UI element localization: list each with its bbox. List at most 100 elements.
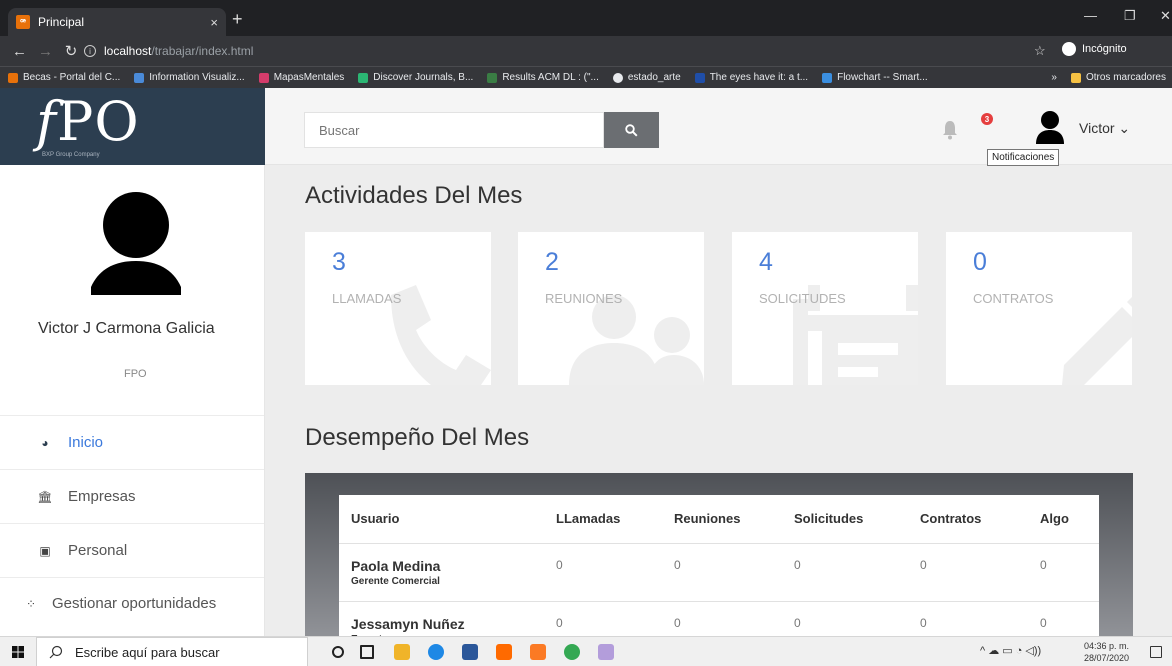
sublime-text-icon[interactable] [496, 644, 512, 660]
logo-text: PO [57, 90, 140, 153]
user-cell: Paola Medina Gerente Comercial [339, 543, 544, 602]
bookmark-item[interactable]: Discover Journals, B... [358, 72, 473, 83]
address-bar[interactable]: i localhost/trabajar/index.html [84, 40, 1024, 62]
sidebar-item-label: Gestionar oportunidades [52, 595, 217, 612]
bookmark-item[interactable]: Becas - Portal del C... [8, 72, 120, 83]
sidebar-item-empresas[interactable]: 🏛 Empresas [0, 469, 264, 523]
column-header: Contratos [908, 495, 1028, 544]
url-path: /trabajar/index.html [151, 44, 254, 58]
bookmark-item[interactable]: estado_arte [612, 72, 681, 83]
performance-panel: Usuario LLamadas Reuniones Solicitudes C… [305, 473, 1133, 636]
table-cell: 0 [662, 601, 782, 636]
cortana-icon[interactable] [332, 646, 344, 658]
back-icon[interactable]: ← [12, 43, 27, 60]
table-cell: 0 [544, 601, 662, 636]
windows-start-icon[interactable] [12, 646, 24, 658]
action-center-icon[interactable] [1150, 646, 1162, 658]
xampp-icon[interactable] [530, 644, 546, 660]
bookmarks-more-button[interactable]: » [1051, 72, 1057, 83]
user-menu[interactable]: Victor ⌄ [1079, 120, 1130, 137]
sidebar: Victor J Carmona Galicia FPO ◕ Inicio 🏛 … [0, 165, 265, 636]
user-name: Paola Medina [351, 557, 441, 574]
activity-card-contratos[interactable]: 0 CONTRATOS [946, 232, 1132, 385]
pencil-icon [1062, 297, 1132, 385]
card-label: CONTRATOS [973, 291, 1054, 306]
bookmark-item[interactable]: Flowchart -- Smart... [822, 72, 928, 83]
info-icon[interactable]: i [84, 45, 96, 57]
table-cell: 0 [544, 543, 662, 602]
bookmark-item[interactable]: Information Visualiz... [134, 72, 245, 83]
sidebar-item-inicio[interactable]: ◕ Inicio [0, 415, 264, 469]
incognito-label: Incógnito [1082, 43, 1127, 55]
chrome-icon[interactable] [428, 644, 444, 660]
taskbar-search-placeholder: Escribe aquí para buscar [75, 644, 220, 660]
bookmark-item[interactable]: MapasMentales [258, 72, 344, 83]
word-icon[interactable] [462, 644, 478, 660]
tab-close-button[interactable]: × [210, 15, 218, 30]
activity-card-llamadas[interactable]: 3 LLAMADAS [305, 232, 491, 385]
snipping-tool-icon[interactable] [598, 644, 614, 660]
sidebar-item-personal[interactable]: ▣ Personal [0, 523, 264, 577]
bookmarks-bar: Becas - Portal del C... Information Visu… [0, 66, 1172, 88]
table-header-row: Usuario LLamadas Reuniones Solicitudes C… [339, 495, 1099, 544]
restore-icon[interactable]: ❐ [1124, 8, 1136, 24]
notification-bell-icon[interactable] [942, 120, 958, 140]
incognito-indicator[interactable]: Incógnito [1062, 42, 1127, 56]
column-header: Reuniones [662, 495, 782, 544]
other-bookmarks-folder[interactable]: Otros marcadores [1070, 72, 1166, 83]
card-count: 4 [759, 248, 773, 276]
system-clock[interactable]: 04:36 p. m. 28/07/2020 [1084, 640, 1129, 664]
column-header: Usuario [339, 495, 544, 544]
logo-block[interactable]: fPO BXP Group Company [0, 88, 265, 165]
bookmarks-overflow: » Otros marcadores [1035, 67, 1172, 88]
file-explorer-icon[interactable] [394, 644, 410, 660]
bookmark-label: Flowchart -- Smart... [837, 72, 928, 83]
table-cell: 0 [908, 601, 1028, 636]
reload-icon[interactable]: ↻ [64, 42, 78, 60]
card-count: 3 [332, 248, 346, 276]
column-header: Solicitudes [782, 495, 908, 544]
task-view-icon[interactable] [360, 645, 374, 659]
bookmark-label: Results ACM DL : ("... [502, 72, 599, 83]
new-tab-button[interactable]: + [232, 10, 243, 28]
search-input[interactable] [304, 112, 604, 148]
activity-card-reuniones[interactable]: 2 REUNIONES [518, 232, 704, 385]
bookmark-star-icon[interactable]: ☆ [1034, 43, 1046, 59]
bookmark-label: Information Visualiz... [149, 72, 245, 83]
search-button[interactable] [604, 112, 659, 148]
table-cell: 0 [1028, 601, 1099, 636]
search-icon [49, 645, 63, 659]
bookmark-favicon-icon [134, 72, 145, 83]
profile-name: Victor J Carmona Galicia [38, 320, 215, 337]
performance-title: Desempeño Del Mes [305, 424, 530, 451]
sidebar-item-gestionar-oportunidades[interactable]: ⁘ Gestionar oportunidades [0, 577, 264, 631]
activity-card-solicitudes[interactable]: 4 SOLICITUDES [732, 232, 918, 385]
profile-org: FPO [124, 368, 147, 380]
card-label: LLAMADAS [332, 291, 402, 306]
card-count: 0 [973, 248, 987, 276]
spinner-icon: ⁘ [25, 597, 37, 611]
window-close-icon[interactable]: ✕ [1160, 8, 1171, 24]
browser-tab[interactable]: ꟹ Principal × [8, 8, 226, 36]
user-name: Jessamyn Nuñez [351, 615, 465, 632]
bookmark-label: Discover Journals, B... [373, 72, 474, 83]
clock-time: 04:36 p. m. [1084, 641, 1130, 651]
bookmark-item[interactable]: The eyes have it: a t... [694, 72, 809, 83]
phone-icon [391, 285, 491, 385]
column-header: LLamadas [544, 495, 662, 544]
bookmark-favicon-icon [258, 72, 269, 83]
forward-icon[interactable]: → [38, 43, 53, 60]
browser-titlebar: ꟹ Principal × + — ❐ ✕ [0, 0, 1172, 36]
system-tray-icons[interactable]: ^ ☁ ▭ ◔ ◁)) [980, 644, 1041, 657]
user-avatar[interactable] [1035, 110, 1065, 144]
windows-taskbar: Escribe aquí para buscar ^ ☁ ▭ ◔ ◁)) 04:… [0, 636, 1172, 666]
bookmark-label: The eyes have it: a t... [709, 72, 809, 83]
clock-date: 28/07/2020 [1084, 653, 1130, 663]
institution-icon: 🏛 [37, 489, 53, 504]
minimize-icon[interactable]: — [1084, 8, 1097, 23]
bookmark-item[interactable]: Results ACM DL : ("... [487, 72, 599, 83]
column-header: Algo [1028, 495, 1099, 544]
taskbar-search[interactable]: Escribe aquí para buscar [36, 637, 308, 666]
chrome-incognito-icon[interactable] [564, 644, 580, 660]
card-label: REUNIONES [545, 291, 623, 306]
